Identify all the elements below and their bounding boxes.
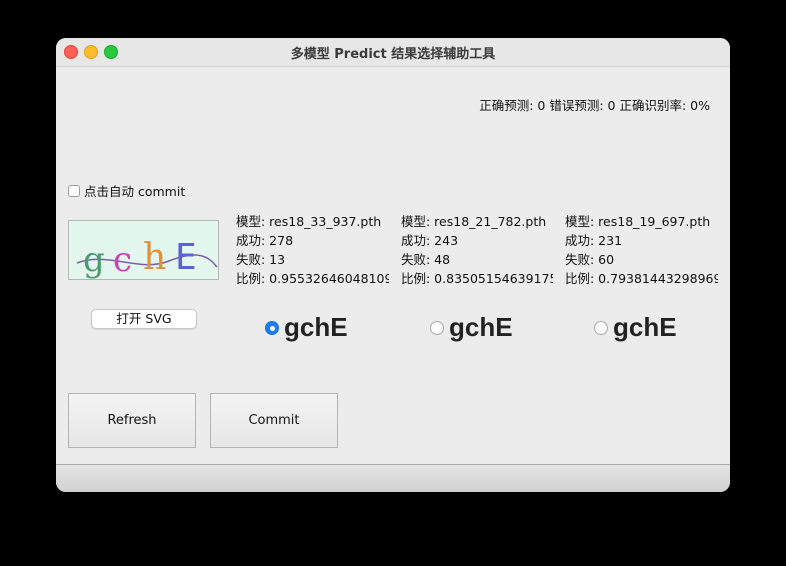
model-ratio: 比例: 0.79381443298969 bbox=[565, 271, 718, 286]
model-ratio: 比例: 0.83505154639175 bbox=[401, 271, 553, 286]
model-success: 成功: 231 bbox=[565, 233, 623, 248]
open-svg-button[interactable]: 打开 SVG bbox=[91, 309, 197, 329]
auto-commit-label: 点击自动 commit bbox=[84, 184, 186, 199]
model-name: 模型: res18_19_697.pth bbox=[565, 214, 711, 229]
status-bar bbox=[56, 464, 730, 492]
prediction-option-1[interactable]: gchE bbox=[265, 312, 348, 343]
prediction-text: gchE bbox=[284, 312, 348, 342]
captcha-char-e: E bbox=[175, 237, 197, 278]
model-column-1: 模型: res18_33_937.pth 成功: 278 失败: 13 比例: … bbox=[236, 212, 389, 288]
model-fail: 失败: 60 bbox=[565, 252, 615, 267]
captcha-char-h: h bbox=[143, 237, 166, 278]
auto-commit-checkbox[interactable] bbox=[68, 184, 80, 197]
captcha-drawing: g c h E bbox=[76, 237, 218, 280]
prediction-option-2[interactable]: gchE bbox=[430, 312, 513, 343]
model-success: 成功: 243 bbox=[401, 233, 459, 248]
model-column-3: 模型: res18_19_697.pth 成功: 231 失败: 60 比例: … bbox=[565, 212, 718, 288]
model-name: 模型: res18_21_782.pth bbox=[401, 214, 547, 229]
model-fail: 失败: 13 bbox=[236, 252, 286, 267]
window-title: 多模型 Predict 结果选择辅助工具 bbox=[290, 47, 496, 62]
prediction-radio-1[interactable] bbox=[265, 320, 279, 335]
auto-commit-option[interactable]: 点击自动 commit bbox=[68, 181, 185, 200]
prediction-option-3[interactable]: gchE bbox=[594, 312, 677, 343]
model-name: 模型: res18_33_937.pth bbox=[236, 214, 382, 229]
captcha-char-g: g bbox=[83, 240, 105, 280]
prediction-text: gchE bbox=[613, 312, 677, 342]
refresh-button[interactable]: Refresh bbox=[68, 393, 196, 448]
model-ratio: 比例: 0.95532646048109 bbox=[236, 271, 389, 286]
prediction-radio-3[interactable] bbox=[594, 320, 608, 335]
accuracy-stats: 正确预测: 0 错误预测: 0 正确识别率: 0% bbox=[479, 98, 710, 113]
model-success: 成功: 278 bbox=[236, 233, 294, 248]
prediction-radio-2[interactable] bbox=[430, 320, 444, 335]
app-window: 多模型 Predict 结果选择辅助工具 正确预测: 0 错误预测: 0 正确识… bbox=[56, 38, 730, 492]
model-column-2: 模型: res18_21_782.pth 成功: 243 失败: 48 比例: … bbox=[401, 212, 553, 288]
commit-button[interactable]: Commit bbox=[210, 393, 338, 448]
model-fail: 失败: 48 bbox=[401, 252, 451, 267]
prediction-text: gchE bbox=[449, 312, 513, 342]
title-bar: 多模型 Predict 结果选择辅助工具 bbox=[56, 38, 730, 67]
captcha-char-c: c bbox=[113, 240, 132, 280]
captcha-image: g c h E bbox=[68, 220, 219, 280]
